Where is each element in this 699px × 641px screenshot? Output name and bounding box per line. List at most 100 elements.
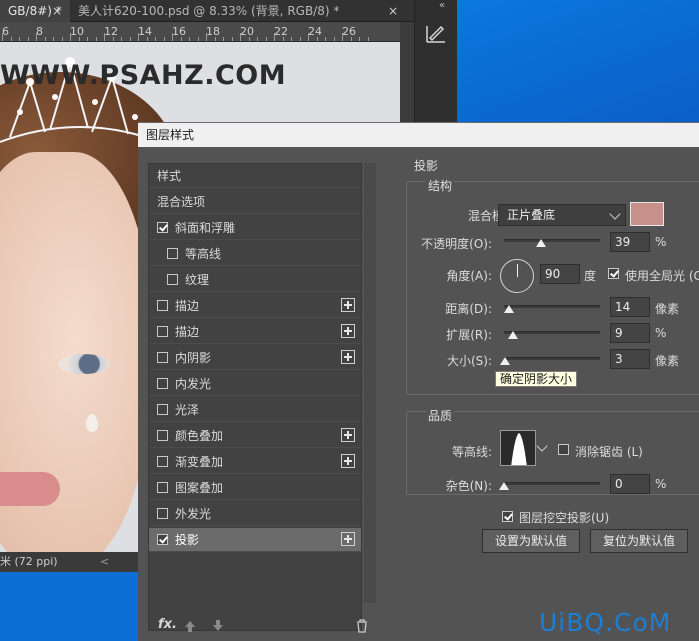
contour-preview[interactable] bbox=[500, 430, 536, 466]
distance-unit: 像素 bbox=[655, 302, 680, 316]
add-style-icon[interactable] bbox=[341, 298, 355, 312]
trash-icon[interactable] bbox=[356, 619, 368, 633]
style-checkbox[interactable] bbox=[167, 248, 178, 259]
style-checkbox[interactable] bbox=[157, 404, 168, 415]
style-checkbox[interactable] bbox=[157, 378, 168, 389]
add-style-icon[interactable] bbox=[341, 324, 355, 338]
distance-slider-track[interactable] bbox=[504, 305, 600, 308]
style-item[interactable]: 混合选项 bbox=[149, 190, 361, 214]
angle-label: 角度(A): bbox=[446, 269, 492, 283]
noise-label: 杂色(N): bbox=[445, 479, 492, 493]
style-item[interactable]: 样式 bbox=[149, 164, 361, 188]
style-item[interactable]: 投影 bbox=[149, 528, 361, 552]
fx-icon[interactable]: fx. bbox=[158, 617, 177, 632]
ruler-tick bbox=[95, 37, 97, 41]
size-label: 大小(S): bbox=[446, 354, 492, 368]
noise-input[interactable]: 0 bbox=[610, 474, 650, 494]
size-unit: 像素 bbox=[655, 354, 680, 368]
ruler-tick bbox=[350, 37, 352, 41]
document-tab-2[interactable]: 美人计620-100.psd @ 8.33% (背景, RGB/8) * × bbox=[70, 0, 398, 22]
style-list-footer: fx. bbox=[148, 615, 378, 639]
tab-close-icon[interactable]: × bbox=[52, 0, 62, 22]
style-checkbox[interactable] bbox=[157, 300, 168, 311]
style-list-scrollbar[interactable] bbox=[364, 163, 376, 603]
set-default-button[interactable]: 设置为默认值 bbox=[482, 529, 580, 553]
style-item[interactable]: 图案叠加 bbox=[149, 476, 361, 500]
ruler-tick bbox=[316, 37, 318, 41]
style-item[interactable]: 等高线 bbox=[149, 242, 361, 266]
distance-input[interactable]: 14 bbox=[610, 297, 650, 317]
photo-eye bbox=[58, 354, 110, 374]
spread-label: 扩展(R): bbox=[446, 328, 492, 342]
style-item[interactable]: 描边 bbox=[149, 320, 361, 344]
ruler-tick bbox=[274, 33, 275, 41]
ruler-tick bbox=[10, 37, 12, 41]
global-light-checkbox[interactable] bbox=[608, 268, 619, 279]
style-item[interactable]: 斜面和浮雕 bbox=[149, 216, 361, 240]
opacity-input[interactable]: 39 bbox=[610, 232, 650, 252]
antialias-checkbox[interactable] bbox=[558, 444, 569, 455]
layer-style-dialog: 图层样式 样式 混合选项 斜面和浮雕 等高线 纹理 描边 描边 内阴影 内发光 光泽 颜色叠加 渐变叠… bbox=[138, 122, 699, 641]
angle-input[interactable]: 90 bbox=[540, 264, 580, 284]
style-checkbox[interactable] bbox=[167, 274, 178, 285]
noise-slider-track[interactable] bbox=[504, 482, 600, 485]
ruler-pen-icon[interactable] bbox=[421, 18, 451, 48]
ruler-tick bbox=[265, 37, 267, 41]
style-item[interactable]: 外发光 bbox=[149, 502, 361, 526]
add-style-icon[interactable] bbox=[341, 532, 355, 546]
opacity-slider-thumb[interactable] bbox=[536, 239, 547, 247]
distance-slider-thumb[interactable] bbox=[504, 305, 515, 313]
spread-input[interactable]: 9 bbox=[610, 323, 650, 343]
collapse-panel-icon[interactable]: « bbox=[439, 0, 445, 11]
style-item-label: 外发光 bbox=[175, 507, 212, 521]
style-item[interactable]: 纹理 bbox=[149, 268, 361, 292]
style-checkbox[interactable] bbox=[157, 352, 168, 363]
document-tab-1[interactable]: GB/8#) * × bbox=[0, 0, 70, 22]
ruler-tick bbox=[27, 37, 29, 41]
arrow-up-icon[interactable] bbox=[184, 619, 196, 633]
ruler-tick bbox=[214, 37, 216, 41]
style-item[interactable]: 颜色叠加 bbox=[149, 424, 361, 448]
ruler-tick bbox=[240, 33, 241, 41]
style-item[interactable]: 内发光 bbox=[149, 372, 361, 396]
spread-slider-track[interactable] bbox=[504, 331, 600, 334]
ruler-tick bbox=[189, 37, 190, 41]
blend-mode-select[interactable]: 正片叠底 bbox=[498, 204, 626, 226]
shadow-color-swatch[interactable] bbox=[630, 202, 664, 226]
size-tooltip: 确定阴影大小 bbox=[495, 371, 578, 387]
style-checkbox[interactable] bbox=[157, 430, 168, 441]
noise-slider-thumb[interactable] bbox=[499, 482, 509, 490]
size-slider-track[interactable] bbox=[504, 357, 600, 360]
antialias-label: 消除锯齿 (L) bbox=[575, 445, 643, 459]
reset-default-button[interactable]: 复位为默认值 bbox=[590, 529, 688, 553]
style-item[interactable]: 内阴影 bbox=[149, 346, 361, 370]
angle-dial[interactable] bbox=[500, 259, 534, 293]
add-style-icon[interactable] bbox=[341, 350, 355, 364]
style-checkbox[interactable] bbox=[157, 534, 168, 545]
ruler-tick bbox=[104, 33, 105, 41]
add-style-icon[interactable] bbox=[341, 428, 355, 442]
style-item[interactable]: 渐变叠加 bbox=[149, 450, 361, 474]
style-item[interactable]: 光泽 bbox=[149, 398, 361, 422]
dialog-titlebar[interactable]: 图层样式 bbox=[138, 123, 699, 147]
size-input[interactable]: 3 bbox=[610, 349, 650, 369]
opacity-slider-track[interactable] bbox=[504, 239, 600, 242]
size-slider-thumb[interactable] bbox=[500, 357, 511, 365]
style-checkbox[interactable] bbox=[157, 508, 168, 519]
style-checkbox[interactable] bbox=[157, 482, 168, 493]
arrow-down-icon[interactable] bbox=[212, 619, 224, 633]
chevron-down-icon bbox=[536, 440, 548, 452]
style-checkbox[interactable] bbox=[157, 456, 168, 467]
style-checkbox[interactable] bbox=[157, 326, 168, 337]
contour-dropdown[interactable] bbox=[536, 430, 548, 466]
style-checkbox[interactable] bbox=[157, 222, 168, 233]
spread-slider-thumb[interactable] bbox=[507, 331, 518, 339]
global-light-label: 使用全局光 (G bbox=[625, 269, 699, 283]
add-style-icon[interactable] bbox=[341, 454, 355, 468]
scroll-left-icon[interactable]: < bbox=[100, 552, 109, 572]
knockout-checkbox[interactable] bbox=[502, 511, 513, 522]
knockout-label: 图层挖空投影(U) bbox=[519, 511, 610, 525]
tab-close-icon[interactable]: × bbox=[388, 0, 398, 22]
style-item[interactable]: 描边 bbox=[149, 294, 361, 318]
ruler-tick bbox=[333, 37, 335, 41]
